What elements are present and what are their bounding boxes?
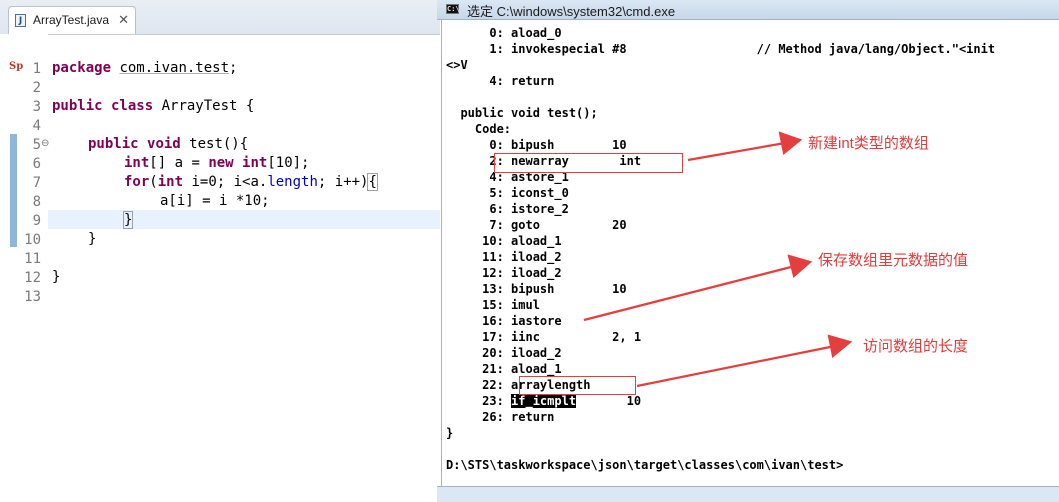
arrow-head (778, 131, 803, 156)
arrow-newarray (687, 141, 786, 162)
arrow-arraylength (636, 344, 836, 388)
arrow-head (827, 334, 853, 359)
annotation-array-length: 访问数组的长度 (863, 338, 969, 355)
arrow-iastore (583, 264, 796, 322)
annotation-store-array-value: 保存数组里元数据的值 (818, 252, 969, 269)
annotation-new-int-array: 新建int类型的数组 (808, 135, 929, 152)
arrow-head (787, 254, 813, 279)
